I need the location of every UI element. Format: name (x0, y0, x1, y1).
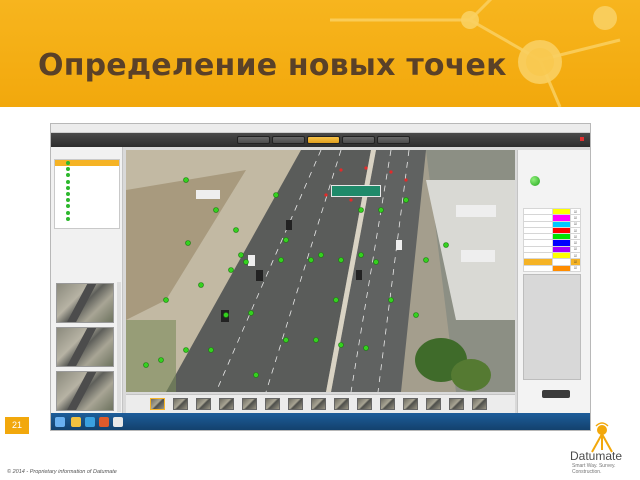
image-thumbnail[interactable] (56, 327, 114, 367)
os-taskbar (51, 413, 590, 430)
filmstrip-frame[interactable] (288, 398, 303, 410)
filmstrip-frame[interactable] (472, 398, 487, 410)
filmstrip-frame[interactable] (173, 398, 188, 410)
status-icon (530, 176, 540, 186)
app-titlebar (51, 124, 590, 133)
app-icon[interactable] (113, 417, 123, 427)
filmstrip-frame[interactable] (380, 398, 395, 410)
image-thumbnail[interactable] (56, 371, 114, 411)
points-list (54, 159, 120, 229)
toolbar-tab-3[interactable] (307, 136, 340, 144)
point-color-table: ☑ ☑ ☑ ☑ ☑ ☑ ☑ ☑ ☑ ☑ (523, 207, 581, 272)
points-panel (51, 147, 123, 413)
media-icon[interactable] (99, 417, 109, 427)
color-row[interactable]: ☑ (523, 264, 581, 272)
thumbnail-scrollbar[interactable] (117, 282, 121, 412)
start-icon[interactable] (55, 417, 65, 427)
image-thumbnail[interactable] (56, 283, 114, 323)
slide-header: Определение новых точек (0, 0, 640, 107)
road-sign (331, 185, 381, 197)
slide-title: Определение новых точек (38, 48, 507, 83)
filmstrip (126, 394, 515, 413)
filmstrip-frame[interactable] (334, 398, 349, 410)
app-toolbar (51, 133, 590, 147)
folder-icon[interactable] (71, 417, 81, 427)
app-screenshot: ☑ ☑ ☑ ☑ ☑ ☑ ☑ ☑ ☑ ☑ (50, 123, 591, 431)
toolbar-user[interactable] (580, 137, 586, 142)
copyright-text: © 2014 - Proprietary information of Datu… (7, 469, 117, 475)
logo-name: Datumate (570, 449, 623, 463)
logo-tagline: Smart Way. Survey. Construction. (572, 463, 616, 475)
toolbar-tab-4[interactable] (342, 136, 375, 144)
user-flag-icon (580, 137, 584, 141)
visibility-checkbox[interactable]: ☑ (570, 264, 581, 272)
filmstrip-frame[interactable] (242, 398, 257, 410)
page-number-badge: 21 (5, 417, 29, 434)
list-item[interactable] (55, 216, 119, 222)
toolbar-tab-2[interactable] (272, 136, 305, 144)
points-table (523, 274, 581, 380)
filmstrip-frame[interactable] (196, 398, 211, 410)
properties-panel: ☑ ☑ ☑ ☑ ☑ ☑ ☑ ☑ ☑ ☑ (517, 150, 590, 413)
filmstrip-frame[interactable] (150, 398, 165, 410)
color-row-label (523, 264, 553, 272)
filmstrip-frame[interactable] (357, 398, 372, 410)
color-swatch[interactable] (552, 264, 571, 272)
aerial-photo (126, 150, 515, 392)
filmstrip-frame[interactable] (426, 398, 441, 410)
toolbar-tab-5[interactable] (377, 136, 410, 144)
browser-icon[interactable] (85, 417, 95, 427)
filmstrip-frame[interactable] (449, 398, 464, 410)
apply-button[interactable] (542, 390, 570, 398)
filmstrip-frame[interactable] (265, 398, 280, 410)
filmstrip-frame[interactable] (311, 398, 326, 410)
filmstrip-frame[interactable] (219, 398, 234, 410)
filmstrip-frame[interactable] (403, 398, 418, 410)
aerial-image-viewer[interactable] (126, 150, 515, 392)
toolbar-tab-1[interactable] (237, 136, 270, 144)
